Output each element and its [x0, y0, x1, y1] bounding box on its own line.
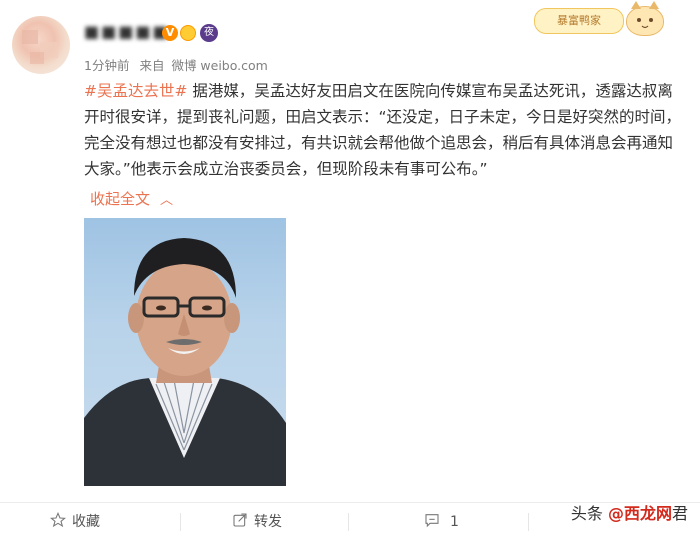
- sticker-text: 暴富鸭家: [534, 8, 624, 34]
- member-badge-icon: [180, 25, 196, 41]
- post-time[interactable]: 1分钟前: [84, 58, 129, 73]
- comment-count: 1: [450, 514, 459, 530]
- watermark: 头条 @西龙网君: [571, 500, 688, 524]
- author-name[interactable]: ■■■■■: [84, 22, 170, 41]
- collapse-button[interactable]: 收起全文 ︿: [90, 188, 173, 209]
- share-icon: [233, 513, 247, 527]
- collapse-label: 收起全文: [90, 190, 151, 208]
- divider: [180, 513, 181, 531]
- watermark-highlight: @西龙网: [607, 504, 672, 523]
- post-photo[interactable]: [84, 218, 286, 486]
- comment-button[interactable]: 1: [424, 503, 459, 541]
- source-prefix: 来自: [139, 58, 165, 73]
- post-text: #吴孟达去世# 据港媒，吴孟达好友田启文在医院向传媒宣布吴孟达死讯，透露达叔离开…: [84, 78, 684, 182]
- favorite-button[interactable]: 收藏: [49, 503, 100, 541]
- favorite-label: 收藏: [72, 514, 100, 530]
- star-icon: [49, 511, 67, 528]
- comment-icon: [425, 514, 439, 528]
- sticker-decoration: 暴富鸭家: [534, 1, 674, 38]
- divider: [528, 513, 529, 531]
- watermark-prefix: 头条: [570, 504, 608, 523]
- avatar[interactable]: [12, 16, 70, 74]
- watermark-suffix: 君: [671, 504, 688, 523]
- verified-badge: V: [162, 25, 178, 41]
- night-badge: 夜: [200, 24, 218, 42]
- hashtag-link[interactable]: #吴孟达去世#: [84, 82, 187, 100]
- post-meta: 1分钟前 来自 微博 weibo.com: [84, 55, 274, 74]
- divider: [348, 513, 349, 531]
- repost-label: 转发: [254, 514, 282, 530]
- chevron-up-icon: ︿: [160, 193, 174, 208]
- repost-button[interactable]: 转发: [232, 503, 282, 541]
- source-app: 微博 weibo.com: [171, 58, 268, 73]
- cat-icon: [626, 1, 664, 36]
